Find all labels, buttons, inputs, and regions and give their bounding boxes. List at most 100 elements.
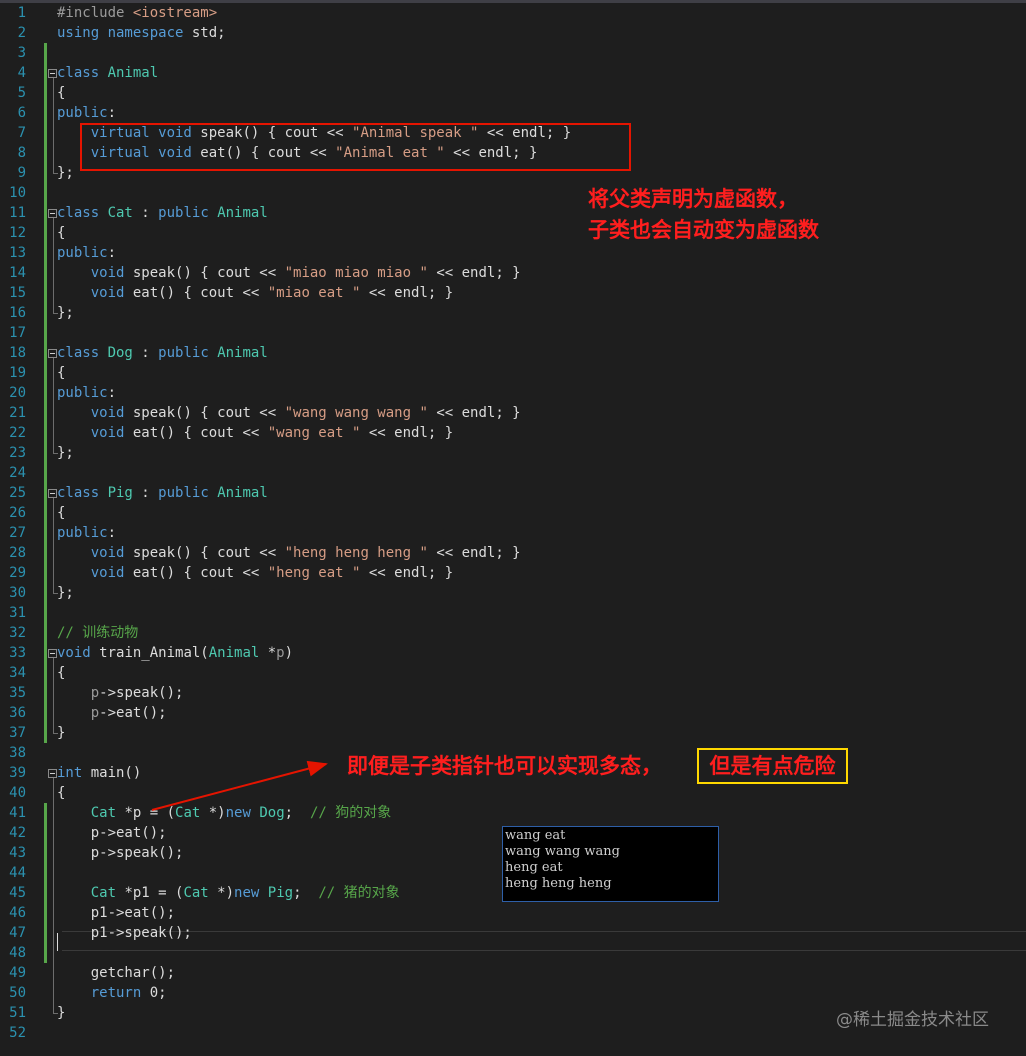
line-number: 28 — [9, 545, 26, 561]
code-line[interactable]: }; — [57, 443, 74, 463]
code-token: ) — [284, 645, 294, 661]
console-line: heng eat — [505, 860, 563, 875]
fold-toggle-icon[interactable] — [48, 649, 57, 658]
fold-guide-line — [53, 777, 54, 1013]
changed-lines-bar — [44, 43, 47, 743]
code-token: : — [132, 205, 159, 221]
code-line[interactable]: { — [57, 363, 65, 383]
code-token: } — [57, 725, 66, 741]
code-token: eat() { cout << — [132, 565, 268, 581]
line-number: 44 — [9, 865, 26, 881]
code-token: { — [57, 85, 66, 101]
code-line[interactable]: public: — [57, 523, 116, 543]
code-token: p->speak(); — [57, 845, 184, 861]
fold-guide-line — [53, 357, 54, 453]
code-token: p — [90, 685, 100, 701]
code-line[interactable]: void eat() { cout << "wang eat " << endl… — [57, 423, 453, 443]
code-token: << endl; } — [360, 565, 454, 581]
line-number: 4 — [17, 65, 26, 81]
code-token: Cat — [175, 805, 201, 821]
code-line[interactable]: p1->speak(); — [57, 923, 192, 943]
code-line[interactable]: } — [57, 1003, 65, 1023]
code-line[interactable]: p->eat(); — [57, 703, 167, 723]
annotation-danger-highlight: 但是有点危险 — [697, 748, 848, 784]
code-line[interactable]: // 训练动物 — [57, 623, 138, 643]
fold-toggle-icon[interactable] — [48, 209, 57, 218]
code-line[interactable]: void speak() { cout << "miao miao miao "… — [57, 263, 521, 283]
code-token: return — [90, 985, 150, 1001]
line-number: 51 — [9, 1005, 26, 1021]
fold-toggle-icon[interactable] — [48, 69, 57, 78]
code-line[interactable]: }; — [57, 163, 74, 183]
code-line[interactable]: class Cat : public Animal — [57, 203, 268, 223]
code-line[interactable]: void train_Animal(Animal *p) — [57, 643, 293, 663]
code-line[interactable]: Cat *p1 = (Cat *)new Pig; // 猪的对象 — [57, 883, 400, 903]
code-token: "wang eat " — [267, 425, 361, 441]
line-number: 48 — [9, 945, 26, 961]
code-line[interactable]: p->speak(); — [57, 843, 184, 863]
code-token: Animal — [217, 205, 268, 221]
code-token: *) — [208, 885, 235, 901]
code-line[interactable]: } — [57, 723, 65, 743]
code-token: p1->speak(); — [57, 925, 192, 941]
code-token: // 狗的对象 — [309, 805, 392, 821]
code-token: *) — [200, 805, 226, 821]
text-caret — [57, 933, 58, 951]
code-line[interactable]: class Animal — [57, 63, 158, 83]
code-token: { — [57, 365, 66, 381]
fold-toggle-icon[interactable] — [48, 349, 57, 358]
code-line[interactable]: class Dog : public Animal — [57, 343, 268, 363]
line-number: 31 — [9, 605, 26, 621]
changed-lines-bar — [44, 803, 47, 963]
code-token: speak() { cout << — [132, 545, 285, 561]
code-line[interactable]: getchar(); — [57, 963, 175, 983]
code-line[interactable]: public: — [57, 103, 116, 123]
fold-guide-line — [53, 77, 54, 173]
line-number: 3 — [17, 45, 26, 61]
code-line[interactable]: { — [57, 663, 65, 683]
code-token: } — [57, 1005, 66, 1021]
code-line[interactable]: void eat() { cout << "miao eat " << endl… — [57, 283, 453, 303]
code-line[interactable]: p1->eat(); — [57, 903, 175, 923]
code-line[interactable]: class Pig : public Animal — [57, 483, 268, 503]
line-number: 40 — [9, 785, 26, 801]
code-line[interactable]: void eat() { cout << "heng eat " << endl… — [57, 563, 453, 583]
line-number: 49 — [9, 965, 26, 981]
code-line[interactable]: { — [57, 223, 65, 243]
code-line[interactable]: public: — [57, 243, 116, 263]
code-line[interactable]: void speak() { cout << "heng heng heng "… — [57, 543, 521, 563]
line-number: 6 — [17, 105, 26, 121]
code-token: p — [276, 645, 285, 661]
line-number: 13 — [9, 245, 26, 261]
code-token: { — [57, 505, 66, 521]
code-line[interactable]: public: — [57, 383, 116, 403]
code-line[interactable]: { — [57, 783, 65, 803]
code-token: class — [57, 205, 108, 221]
console-line: wang eat — [505, 828, 566, 843]
code-line[interactable]: { — [57, 503, 65, 523]
code-token: << endl; } — [360, 425, 454, 441]
code-line[interactable]: { — [57, 83, 65, 103]
fold-toggle-icon[interactable] — [48, 769, 57, 778]
code-line[interactable]: Cat *p = (Cat *)new Dog; // 狗的对象 — [57, 803, 392, 823]
code-line[interactable]: p->speak(); — [57, 683, 184, 703]
code-line[interactable]: using namespace std; — [57, 23, 226, 43]
code-line[interactable]: void speak() { cout << "wang wang wang "… — [57, 403, 521, 423]
fold-toggle-icon[interactable] — [48, 489, 57, 498]
code-token: }; — [57, 445, 74, 461]
code-line[interactable]: }; — [57, 583, 74, 603]
code-line[interactable]: return 0; — [57, 983, 167, 1003]
code-token: { — [57, 665, 66, 681]
code-line[interactable]: p->eat(); — [57, 823, 167, 843]
code-line[interactable]: #include <iostream> — [57, 3, 217, 23]
code-line[interactable]: int main() — [57, 763, 141, 783]
code-token: Cat — [90, 805, 117, 821]
code-line[interactable]: }; — [57, 303, 74, 323]
code-token: }; — [57, 585, 74, 601]
code-token: std; — [191, 25, 226, 41]
code-token: ; — [284, 805, 310, 821]
code-token: void — [90, 425, 133, 441]
